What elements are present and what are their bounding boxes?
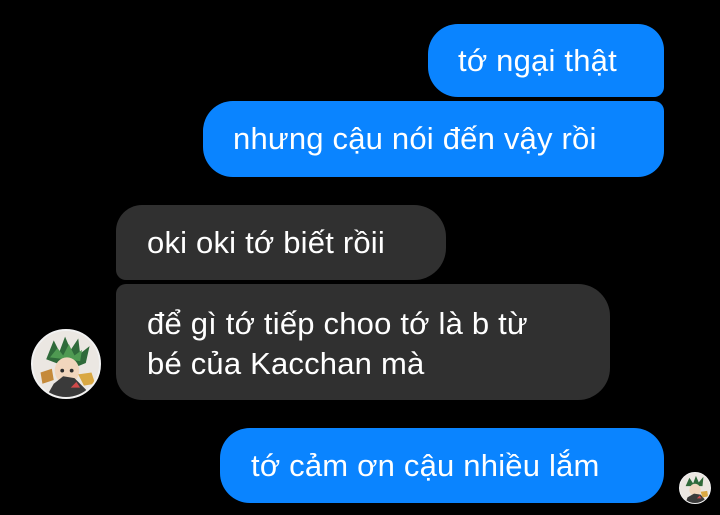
- avatar-image: [33, 331, 99, 397]
- message-bubble-outgoing[interactable]: tớ cảm ơn cậu nhiều lắm: [220, 428, 664, 503]
- message-text: oki oki tớ biết rồii: [147, 225, 385, 260]
- message-text-line: bé của Kacchan mà: [147, 346, 425, 381]
- message-bubble-outgoing[interactable]: nhưng cậu nói đến vậy rồi: [203, 101, 664, 177]
- message-bubble-incoming[interactable]: để gì tớ tiếp choo tớ là b từ bé của Kac…: [116, 284, 610, 400]
- message-bubble-outgoing[interactable]: tớ ngại thật: [428, 24, 664, 97]
- read-receipt-avatar: [679, 472, 711, 504]
- message-text-line: để gì tớ tiếp choo tớ là b từ: [147, 306, 528, 341]
- message-bubble-incoming[interactable]: oki oki tớ biết rồii: [116, 205, 446, 280]
- chat-screen: { "colors": { "background": "#000000", "…: [0, 0, 720, 515]
- message-text: nhưng cậu nói đến vậy rồi: [233, 121, 597, 156]
- avatar-image: [680, 473, 710, 503]
- contact-avatar[interactable]: [31, 329, 101, 399]
- message-text: tớ cảm ơn cậu nhiều lắm: [251, 448, 600, 483]
- message-text: tớ ngại thật: [458, 43, 617, 78]
